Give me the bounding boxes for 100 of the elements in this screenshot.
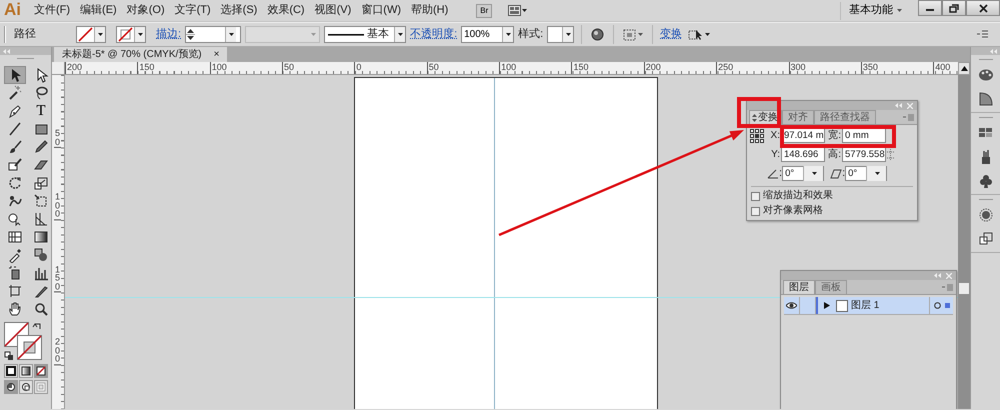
layer-row[interactable]: 图层 1 <box>784 297 953 315</box>
globe-icon <box>591 28 604 41</box>
angle-dropdown[interactable]: 0° <box>845 166 888 181</box>
align-options-button[interactable] <box>621 28 646 40</box>
panel-tab[interactable]: 对齐 <box>782 110 814 124</box>
blend-icon <box>33 247 49 263</box>
menu-icon <box>977 30 988 39</box>
checkbox-label: 对齐像素网格 <box>763 205 823 217</box>
close-button[interactable] <box>966 0 1000 16</box>
restore-icon <box>949 4 959 12</box>
menu-item[interactable]: 视图(V) <box>310 4 356 18</box>
ruler-label: 50 <box>54 128 61 148</box>
close-icon <box>978 4 988 12</box>
scroll-up-button[interactable] <box>958 62 970 75</box>
palette-icon <box>978 67 994 83</box>
menu-item[interactable]: 编辑(E) <box>76 4 121 18</box>
input-field[interactable]: 0 mm <box>842 128 886 143</box>
restore-button[interactable] <box>942 0 966 16</box>
caret-icon <box>228 33 234 36</box>
warp-icon <box>7 193 23 209</box>
document-tab[interactable]: 未标题-5* @ 70% (CMYK/预览) × <box>54 47 228 62</box>
free-transform-icon <box>33 193 49 209</box>
color-mode-button[interactable] <box>34 364 48 378</box>
opacity-input[interactable]: 100% <box>462 27 502 42</box>
bridge-button[interactable]: Br <box>476 4 492 18</box>
layer-thumbnail <box>836 300 848 312</box>
menu-item[interactable]: 文字(T) <box>170 4 215 18</box>
input-field[interactable]: 5779.558 <box>842 147 886 162</box>
field-label: 高: <box>828 148 841 160</box>
eye-icon <box>786 302 797 309</box>
panel-menu-button[interactable] <box>975 30 990 39</box>
panel-menu-icon[interactable] <box>903 114 914 120</box>
minimize-button[interactable] <box>918 0 942 16</box>
rotate-icon <box>7 175 23 191</box>
app-logo: Ai <box>3 0 22 21</box>
color-mode-button[interactable] <box>19 364 33 378</box>
caret-icon <box>566 33 571 36</box>
scale-icon <box>33 175 49 191</box>
none-swatch-icon <box>117 27 134 42</box>
checkbox[interactable] <box>751 192 760 200</box>
panel-menu-icon[interactable] <box>942 284 953 290</box>
stroke-link[interactable]: 描边: <box>156 28 182 42</box>
opacity-link[interactable]: 不透明度: <box>410 28 458 42</box>
draw-mode-button[interactable] <box>4 380 18 394</box>
right-triangle-icon[interactable] <box>824 302 830 309</box>
transform-link[interactable]: 变换 <box>660 28 682 42</box>
fill-color-dropdown[interactable] <box>76 26 106 43</box>
input-field[interactable]: 148.696 <box>781 147 825 162</box>
menu-item[interactable]: 效果(C) <box>263 4 309 18</box>
field-label: X: <box>770 130 780 142</box>
caret-icon <box>874 172 880 175</box>
target-circle-icon[interactable] <box>934 302 940 309</box>
arrow-tool[interactable] <box>4 66 26 84</box>
checkbox[interactable] <box>751 206 760 216</box>
pencil-icon <box>33 139 49 155</box>
workspace-switcher[interactable]: 基本功能 <box>840 2 910 20</box>
isolate-button[interactable] <box>686 28 712 41</box>
scroll-thumb[interactable] <box>959 283 969 294</box>
panel-tab[interactable]: 画板 <box>815 280 847 294</box>
layout-icon <box>508 5 522 16</box>
mesh-icon <box>7 229 23 245</box>
up-triangle-icon <box>960 66 968 71</box>
none-swatch-icon <box>77 27 94 42</box>
menu-item[interactable]: 窗口(W) <box>357 4 405 18</box>
dotted-circle-icon <box>978 207 994 223</box>
arrange-documents-button[interactable] <box>506 5 530 16</box>
tab-close-button[interactable]: × <box>214 48 220 60</box>
dotted-square-icon <box>623 28 636 40</box>
stroke-color-dropdown[interactable] <box>116 26 146 43</box>
panel-tab[interactable]: 图层 <box>783 280 815 294</box>
magnifier-icon <box>33 301 49 317</box>
magic-wand-icon <box>7 85 23 101</box>
field-separator: : <box>779 166 782 180</box>
hand-icon <box>7 301 23 317</box>
field-separator: : <box>842 166 846 180</box>
menu-item[interactable]: 选择(S) <box>216 4 262 18</box>
stroke-weight-field[interactable] <box>185 26 242 43</box>
angle-dropdown[interactable]: 0° <box>782 166 824 181</box>
type-tool[interactable]: T <box>30 102 52 120</box>
graphic-style-dropdown[interactable] <box>547 26 574 43</box>
stroke-line-icon <box>328 33 364 36</box>
pointer-square-icon <box>688 28 704 41</box>
menu-item[interactable]: 文件(F) <box>30 4 74 18</box>
draw-mode-button[interactable] <box>19 380 33 394</box>
gradient-icon <box>21 366 31 376</box>
color-icon <box>6 366 16 376</box>
caret-icon <box>638 33 644 36</box>
menu-item[interactable]: 帮助(H) <box>407 4 452 18</box>
menu-item[interactable]: 对象(O) <box>122 4 169 18</box>
caret-icon <box>138 33 142 36</box>
bar-graph-icon <box>33 265 49 281</box>
reference-point-icon <box>750 129 764 143</box>
color-mode-button[interactable] <box>4 364 18 378</box>
shape-builder-icon <box>7 211 23 227</box>
panel-tab[interactable]: 路径查找器 <box>814 110 876 124</box>
caret-icon <box>897 9 902 12</box>
selection-type-label: 路径 <box>14 28 37 42</box>
brush-definition-dropdown[interactable]: 基本 <box>324 26 406 43</box>
opacity-field[interactable]: 100% <box>461 26 514 43</box>
recolor-button[interactable] <box>589 28 606 41</box>
